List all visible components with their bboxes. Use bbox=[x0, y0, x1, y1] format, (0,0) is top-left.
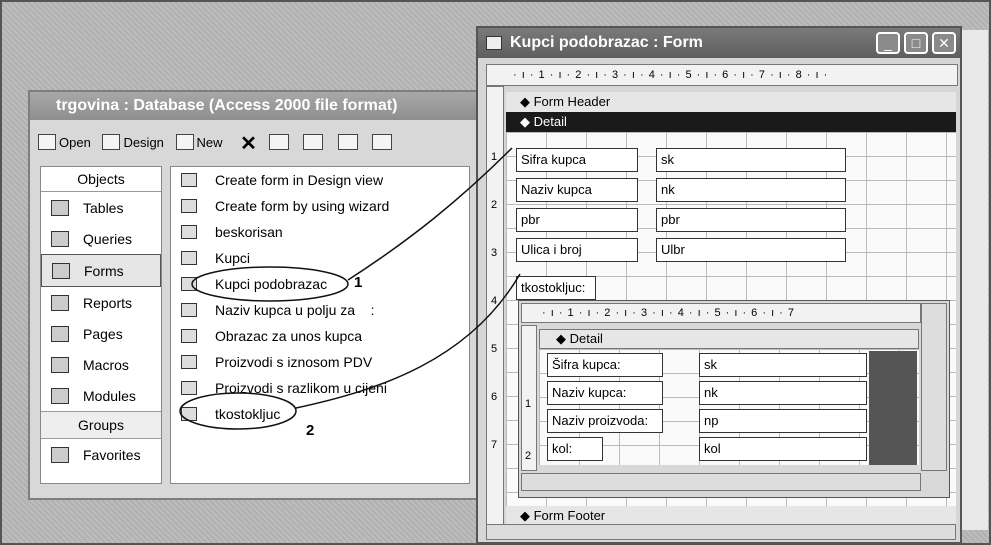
arrow-2 bbox=[295, 273, 521, 409]
callout-oval-1 bbox=[191, 266, 349, 302]
arrow-1 bbox=[347, 147, 513, 281]
callout-oval-2 bbox=[179, 392, 297, 430]
callout-annotations bbox=[179, 147, 521, 430]
